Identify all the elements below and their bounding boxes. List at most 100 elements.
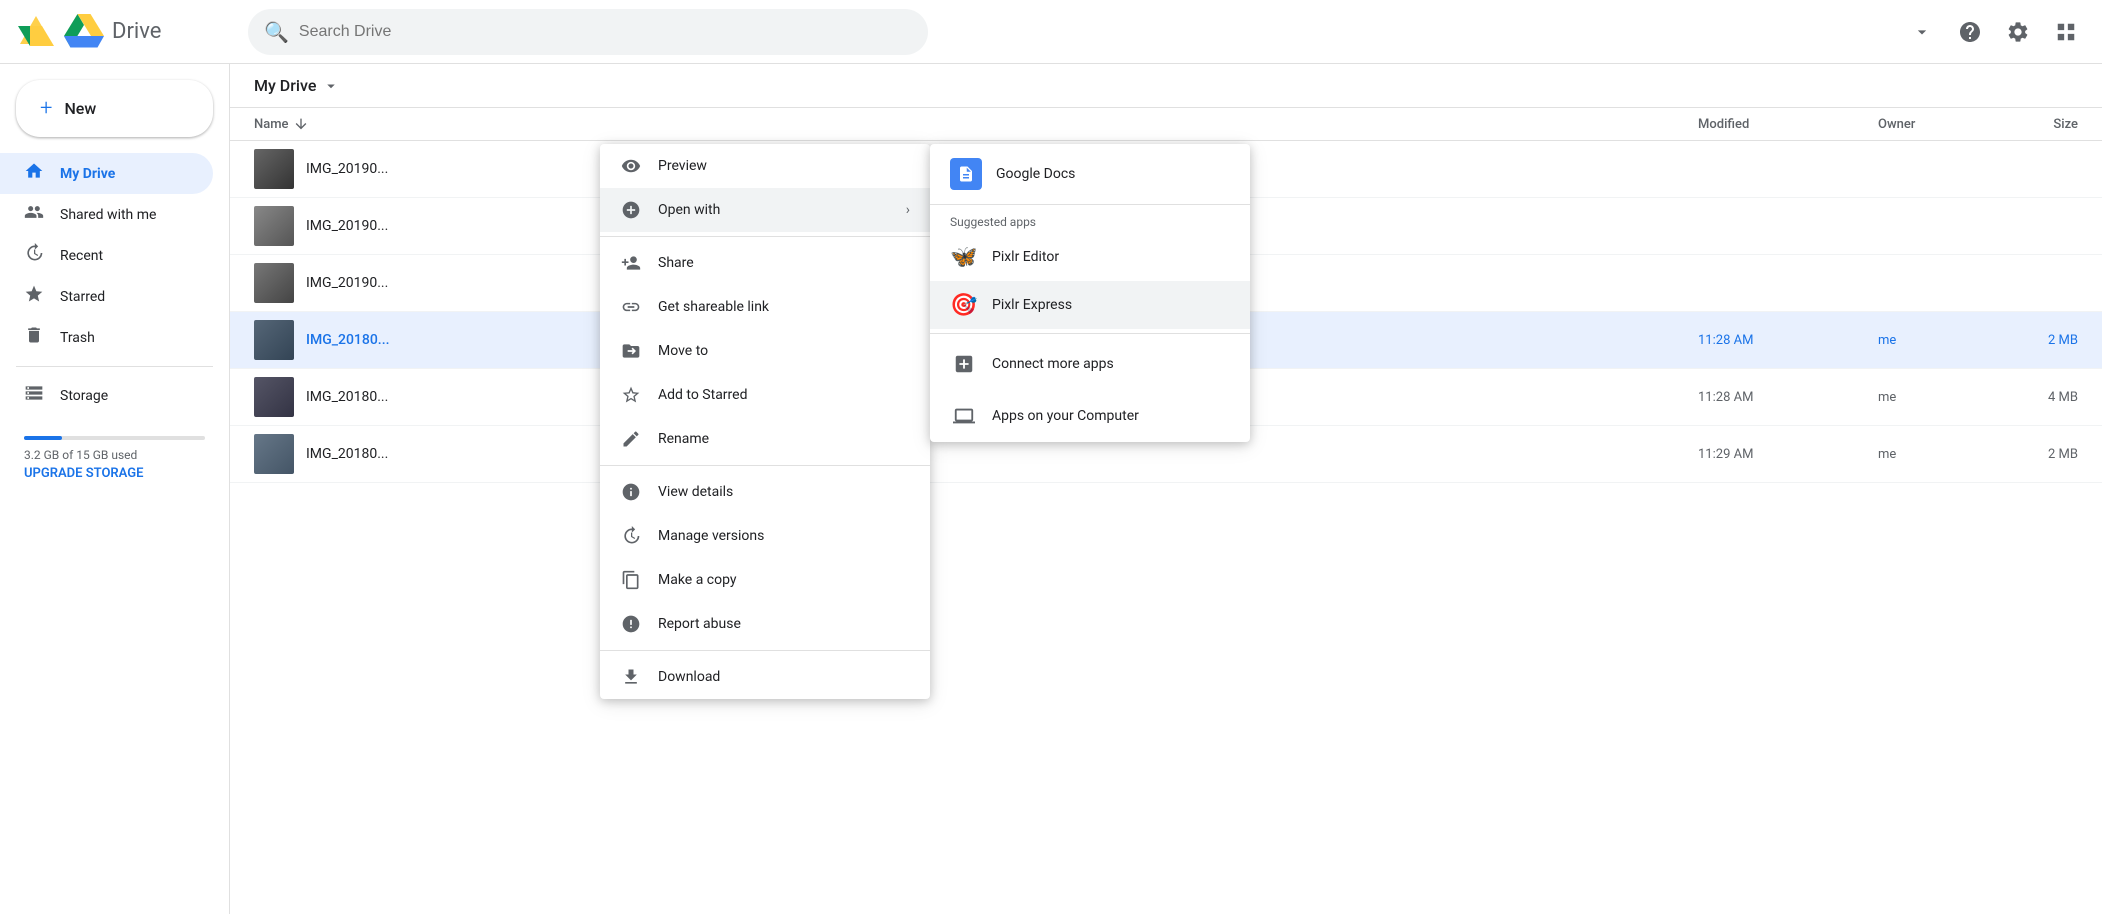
pixlr-express-icon: 🎯 [950,291,978,319]
preview-icon [620,155,642,177]
recent-icon [24,243,44,268]
context-menu-item-preview[interactable]: Preview [600,144,930,188]
storage-used-text: 3.2 GB of 15 GB used [24,448,205,462]
submenu-pixlr-editor[interactable]: 🦋 Pixlr Editor [930,233,1250,281]
new-button[interactable]: + New [16,80,213,137]
menu-divider [600,236,930,237]
info-icon [620,481,642,503]
starred-icon [24,284,44,309]
connect-more-apps[interactable]: Connect more apps [930,338,1250,390]
submenu-divider [930,333,1250,334]
manage-versions-label: Manage versions [658,528,764,544]
context-menu-item-report-abuse[interactable]: Report abuse [600,602,930,646]
sidebar-divider [16,366,213,367]
pixlr-express-label: Pixlr Express [992,297,1072,313]
main-content: My Drive Name Modified Owner Size IMG_20… [230,64,2102,914]
storage-icon [24,383,44,408]
rename-icon [620,428,642,450]
sidebar-item-storage: Storage [0,375,213,416]
context-menu-item-open-with[interactable]: Open with › [600,188,930,232]
drive-logo-icon [16,12,56,52]
sidebar-item-starred-label: Starred [60,289,105,305]
computer-apps-icon [950,402,978,430]
context-menu-item-rename[interactable]: Rename [600,417,930,461]
search-input[interactable] [299,23,912,41]
add-starred-label: Add to Starred [658,387,747,403]
submenu-pixlr-express[interactable]: 🎯 Pixlr Express [930,281,1250,329]
suggested-apps-label: Suggested apps [930,205,1250,233]
copy-icon [620,569,642,591]
context-menu-item-download[interactable]: Download [600,655,930,699]
plus-icon: + [40,96,52,121]
pixlr-editor-label: Pixlr Editor [992,249,1059,265]
search-bar[interactable]: 🔍 [248,9,928,55]
move-to-label: Move to [658,343,708,359]
preview-label: Preview [658,158,707,174]
app-title: Drive [112,19,161,44]
sidebar-item-trash[interactable]: Trash [0,317,213,358]
star-icon [620,384,642,406]
link-icon [620,296,642,318]
shared-icon [24,202,44,227]
trash-icon [24,325,44,350]
app-body: + New My Drive Shared with me Recent [0,64,2102,914]
download-label: Download [658,669,720,685]
context-menu-item-add-starred[interactable]: Add to Starred [600,373,930,417]
upgrade-storage-button[interactable]: UPGRADE STORAGE [24,466,143,481]
menu-divider [600,650,930,651]
view-details-label: View details [658,484,733,500]
connect-more-apps-label: Connect more apps [992,356,1114,372]
apps-on-computer-label: Apps on your Computer [992,408,1139,424]
make-copy-label: Make a copy [658,572,737,588]
download-icon [620,666,642,688]
sidebar-item-shared-with-me[interactable]: Shared with me [0,194,213,235]
open-with-arrow-icon: › [906,202,910,218]
storage-bar-fill [24,436,62,440]
header: Drive 🔍 [0,0,2102,64]
versions-icon [620,525,642,547]
my-drive-icon [24,161,44,186]
help-button[interactable] [1950,12,1990,52]
open-with-submenu: Google Docs Suggested apps 🦋 Pixlr Edito… [930,144,1250,442]
storage-label: Storage [60,388,108,404]
view-toggle-button[interactable] [2046,12,2086,52]
report-abuse-label: Report abuse [658,616,741,632]
context-menu-item-view-details[interactable]: View details [600,470,930,514]
sidebar-item-starred[interactable]: Starred [0,276,213,317]
sidebar-item-trash-label: Trash [60,330,95,346]
storage-bar-background [24,436,205,440]
sidebar-item-recent-label: Recent [60,248,103,264]
drive-logo [64,14,104,50]
move-to-icon [620,340,642,362]
report-icon [620,613,642,635]
get-link-label: Get shareable link [658,299,769,315]
share-label: Share [658,255,694,271]
share-icon [620,252,642,274]
logo-area: Drive [16,12,236,52]
context-menu-item-get-link[interactable]: Get shareable link [600,285,930,329]
context-menu-item-make-copy[interactable]: Make a copy [600,558,930,602]
search-options-dropdown[interactable] [1902,12,1942,52]
context-menu-overlay: Preview Open with › Share [230,64,2102,914]
google-docs-icon [950,158,982,190]
submenu-google-docs[interactable]: Google Docs [930,144,1250,205]
header-right [1902,12,2086,52]
context-menu-item-move-to[interactable]: Move to [600,329,930,373]
connect-apps-icon [950,350,978,378]
context-menu-item-share[interactable]: Share [600,241,930,285]
open-with-label: Open with [658,202,720,218]
menu-divider [600,465,930,466]
google-docs-label: Google Docs [996,166,1075,182]
context-menu: Preview Open with › Share [600,144,930,699]
sidebar-item-shared-label: Shared with me [60,207,156,223]
search-icon: 🔍 [264,20,289,44]
sidebar-item-my-drive-label: My Drive [60,166,115,182]
context-menu-item-manage-versions[interactable]: Manage versions [600,514,930,558]
open-with-icon [620,199,642,221]
pixlr-editor-icon: 🦋 [950,243,978,271]
sidebar-item-recent[interactable]: Recent [0,235,213,276]
sidebar-item-my-drive[interactable]: My Drive [0,153,213,194]
apps-on-computer[interactable]: Apps on your Computer [930,390,1250,442]
settings-button[interactable] [1998,12,2038,52]
sidebar: + New My Drive Shared with me Recent [0,64,230,914]
